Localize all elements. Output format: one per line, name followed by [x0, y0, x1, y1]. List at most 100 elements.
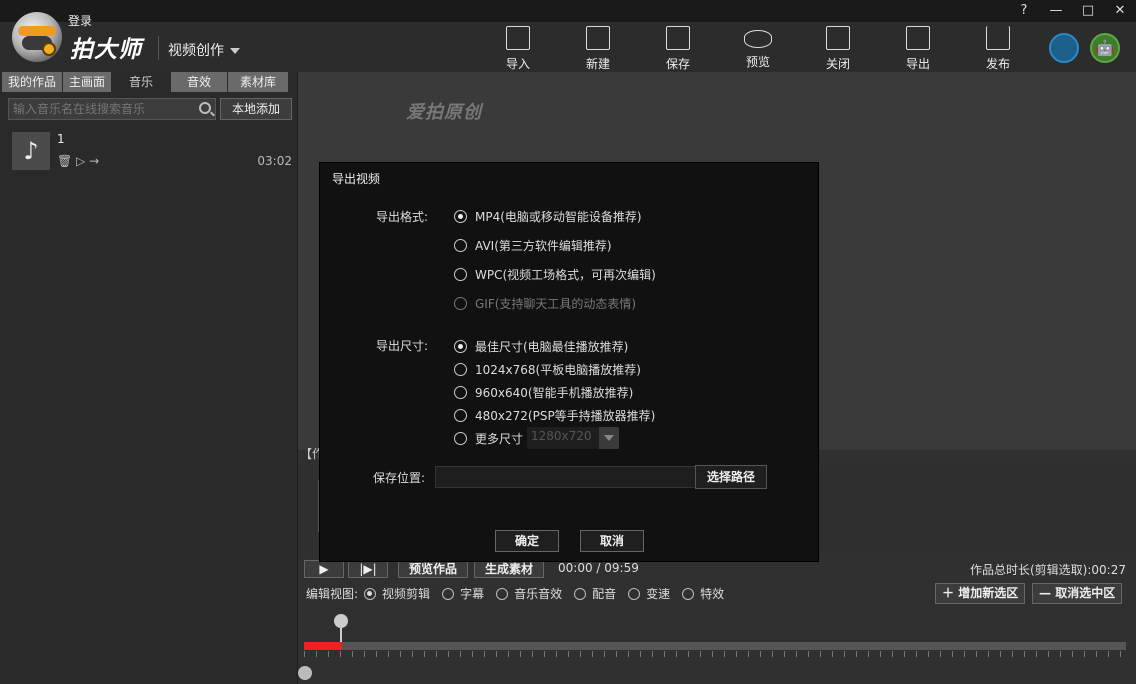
left-tabs: 我的作品 主画面 音乐 音效 素材库: [2, 72, 289, 92]
ok-button[interactable]: 确定: [495, 530, 559, 552]
size-option-960[interactable]: 960x640(智能手机播放推荐): [454, 384, 633, 401]
help-button[interactable]: ?: [1008, 0, 1040, 22]
size-more-label: 更多尺寸: [475, 432, 524, 446]
radio-speed[interactable]: [628, 587, 641, 600]
timeline-ticks: [304, 651, 1126, 657]
radio-avi[interactable]: [454, 239, 467, 252]
radio-subtitle[interactable]: [442, 587, 455, 600]
music-actions[interactable]: 🗑 ▷ →: [57, 154, 99, 168]
radio-size-480[interactable]: [454, 409, 467, 422]
size-option-more[interactable]: 更多尺寸: [454, 430, 523, 447]
tab-music[interactable]: 音乐: [112, 72, 171, 92]
format-option-wpc[interactable]: WPC(视频工场格式，可再次编辑): [454, 266, 656, 283]
tab-my-works[interactable]: 我的作品: [2, 72, 63, 92]
mode-dropdown[interactable]: 视频创作: [168, 40, 240, 60]
radio-mp4[interactable]: [454, 210, 467, 223]
view-video-edit[interactable]: 视频剪辑: [382, 585, 430, 602]
preview-button[interactable]: 预览: [733, 26, 783, 70]
close-window-button[interactable]: ✕: [1104, 0, 1136, 22]
view-music-sfx[interactable]: 音乐音效: [514, 585, 562, 602]
play-button[interactable]: ▶: [304, 560, 344, 578]
size-1024-label: 1024x768(平板电脑播放推荐): [475, 363, 641, 377]
save-label: 保存: [665, 57, 690, 71]
ios-button[interactable]: [1049, 33, 1079, 63]
timeline-selection[interactable]: [304, 642, 342, 650]
view-speed[interactable]: 变速: [646, 585, 670, 602]
view-effects[interactable]: 特效: [700, 585, 724, 602]
format-option-mp4[interactable]: MP4(电脑或移动智能设备推荐): [454, 208, 642, 225]
save-path-input[interactable]: [435, 466, 697, 488]
import-icon: [506, 26, 530, 50]
radio-music-sfx[interactable]: [496, 587, 509, 600]
new-button[interactable]: 新建: [573, 26, 623, 71]
chevron-down-icon: [599, 427, 619, 449]
size-960-label: 960x640(智能手机播放推荐): [475, 386, 634, 400]
cancel-selection-button[interactable]: — 取消选中区: [1032, 583, 1123, 604]
preview-label: 预览: [745, 55, 770, 69]
minus-icon: —: [1039, 586, 1056, 600]
logo-hat: [18, 26, 56, 36]
login-link[interactable]: 登录: [68, 12, 92, 29]
radio-wpc[interactable]: [454, 268, 467, 281]
import-button[interactable]: 导入: [493, 26, 543, 71]
android-icon: 🤖: [1095, 39, 1115, 57]
add-selection-button[interactable]: ＋ 增加新选区: [935, 583, 1026, 604]
edit-view-row: 编辑视图: 视频剪辑 字幕 音乐音效 配音 变速 特效: [306, 585, 724, 602]
size-option-best[interactable]: 最佳尺寸(电脑最佳播放推荐): [454, 338, 628, 355]
new-label: 新建: [585, 57, 610, 71]
save-location-label: 保存位置:: [373, 471, 426, 485]
maximize-button[interactable]: □: [1072, 0, 1104, 22]
radio-video-edit[interactable]: [364, 587, 377, 600]
import-label: 导入: [505, 57, 530, 71]
size-option-1024[interactable]: 1024x768(平板电脑播放推荐): [454, 361, 641, 378]
top-bar: 登录 拍大师 视频创作 ? — □ ✕ 导入 新建 保存 预览 关闭 导出 发布…: [0, 0, 1136, 72]
size-480-label: 480x272(PSP等手持播放器推荐): [475, 409, 656, 423]
timeline-track[interactable]: [304, 642, 1126, 650]
tab-main-screen[interactable]: 主画面: [63, 72, 112, 92]
format-option-avi[interactable]: AVI(第三方软件编辑推荐): [454, 237, 612, 254]
format-wpc-label: WPC(视频工场格式，可再次编辑): [475, 268, 656, 282]
preview-work-button[interactable]: 预览作品: [398, 560, 468, 578]
app-name: 拍大师: [70, 37, 142, 63]
timeline-playhead-handle[interactable]: [298, 666, 312, 680]
android-button[interactable]: 🤖: [1090, 33, 1120, 63]
timeline-marker-handle[interactable]: [334, 614, 348, 628]
window-controls: ? — □ ✕: [1008, 0, 1136, 22]
view-subtitle[interactable]: 字幕: [460, 585, 484, 602]
cancel-button[interactable]: 取消: [580, 530, 644, 552]
radio-effects[interactable]: [682, 587, 695, 600]
close-doc-button[interactable]: 关闭: [813, 26, 863, 71]
music-duration: 03:02: [257, 154, 292, 168]
radio-size-more[interactable]: [454, 432, 467, 445]
format-avi-label: AVI(第三方软件编辑推荐): [475, 239, 612, 253]
publish-button[interactable]: 发布: [973, 26, 1023, 71]
view-dubbing[interactable]: 配音: [592, 585, 616, 602]
save-icon: [666, 26, 690, 50]
export-icon: [906, 26, 930, 50]
list-item[interactable]: ♪ 1 🗑 ▷ → 03:02: [12, 130, 294, 174]
size-option-480[interactable]: 480x272(PSP等手持播放器推荐): [454, 407, 655, 424]
close-doc-icon: [826, 26, 850, 50]
radio-size-best[interactable]: [454, 340, 467, 353]
tab-sound-effects[interactable]: 音效: [171, 72, 228, 92]
add-selection-label: 增加新选区: [958, 586, 1019, 600]
radio-size-960[interactable]: [454, 386, 467, 399]
search-icon[interactable]: [199, 102, 211, 114]
header-separator: [158, 36, 159, 60]
export-button[interactable]: 导出: [893, 26, 943, 71]
radio-size-1024[interactable]: [454, 363, 467, 376]
save-button[interactable]: 保存: [653, 26, 703, 71]
dialog-title: 导出视频: [332, 172, 381, 186]
minimize-button[interactable]: —: [1040, 0, 1072, 22]
frame-step-button[interactable]: |▶|: [348, 560, 388, 578]
close-doc-label: 关闭: [825, 57, 850, 71]
generate-material-button[interactable]: 生成素材: [474, 560, 544, 578]
radio-gif: [454, 297, 467, 310]
music-search-input[interactable]: [8, 98, 216, 120]
mode-label: 视频创作: [168, 43, 224, 59]
choose-path-button[interactable]: 选择路径: [695, 465, 767, 489]
radio-dubbing[interactable]: [574, 587, 587, 600]
local-add-button[interactable]: 本地添加: [220, 98, 292, 120]
size-label: 导出尺寸:: [376, 339, 429, 353]
tab-material-library[interactable]: 素材库: [228, 72, 289, 92]
